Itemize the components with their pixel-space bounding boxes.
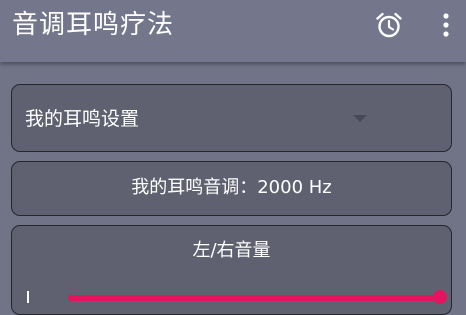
slider-track	[68, 295, 436, 301]
tinnitus-tone-label: 我的耳鸣音调：2000 Hz	[131, 177, 332, 198]
alarm-clock-icon	[376, 12, 402, 38]
slider-thumb[interactable]	[433, 290, 447, 304]
volume-balance-card: 左/右音量	[11, 225, 452, 315]
more-options-button[interactable]	[432, 7, 460, 43]
app-bar: 音调耳鸣疗法	[0, 0, 466, 62]
alarm-button[interactable]	[370, 7, 408, 43]
dropdown-arrow-icon	[353, 115, 367, 122]
app-title: 音调耳鸣疗法	[12, 10, 175, 40]
dropdown-selected-value: 我的耳鸣设置	[25, 108, 140, 130]
slider-start-marker	[27, 291, 29, 303]
more-vert-icon	[443, 13, 449, 37]
tinnitus-tone-button[interactable]: 我的耳鸣音调：2000 Hz	[11, 161, 452, 216]
volume-balance-label: 左/右音量	[192, 240, 271, 261]
volume-balance-slider[interactable]	[24, 288, 449, 304]
tinnitus-settings-dropdown[interactable]: 我的耳鸣设置	[11, 84, 452, 152]
